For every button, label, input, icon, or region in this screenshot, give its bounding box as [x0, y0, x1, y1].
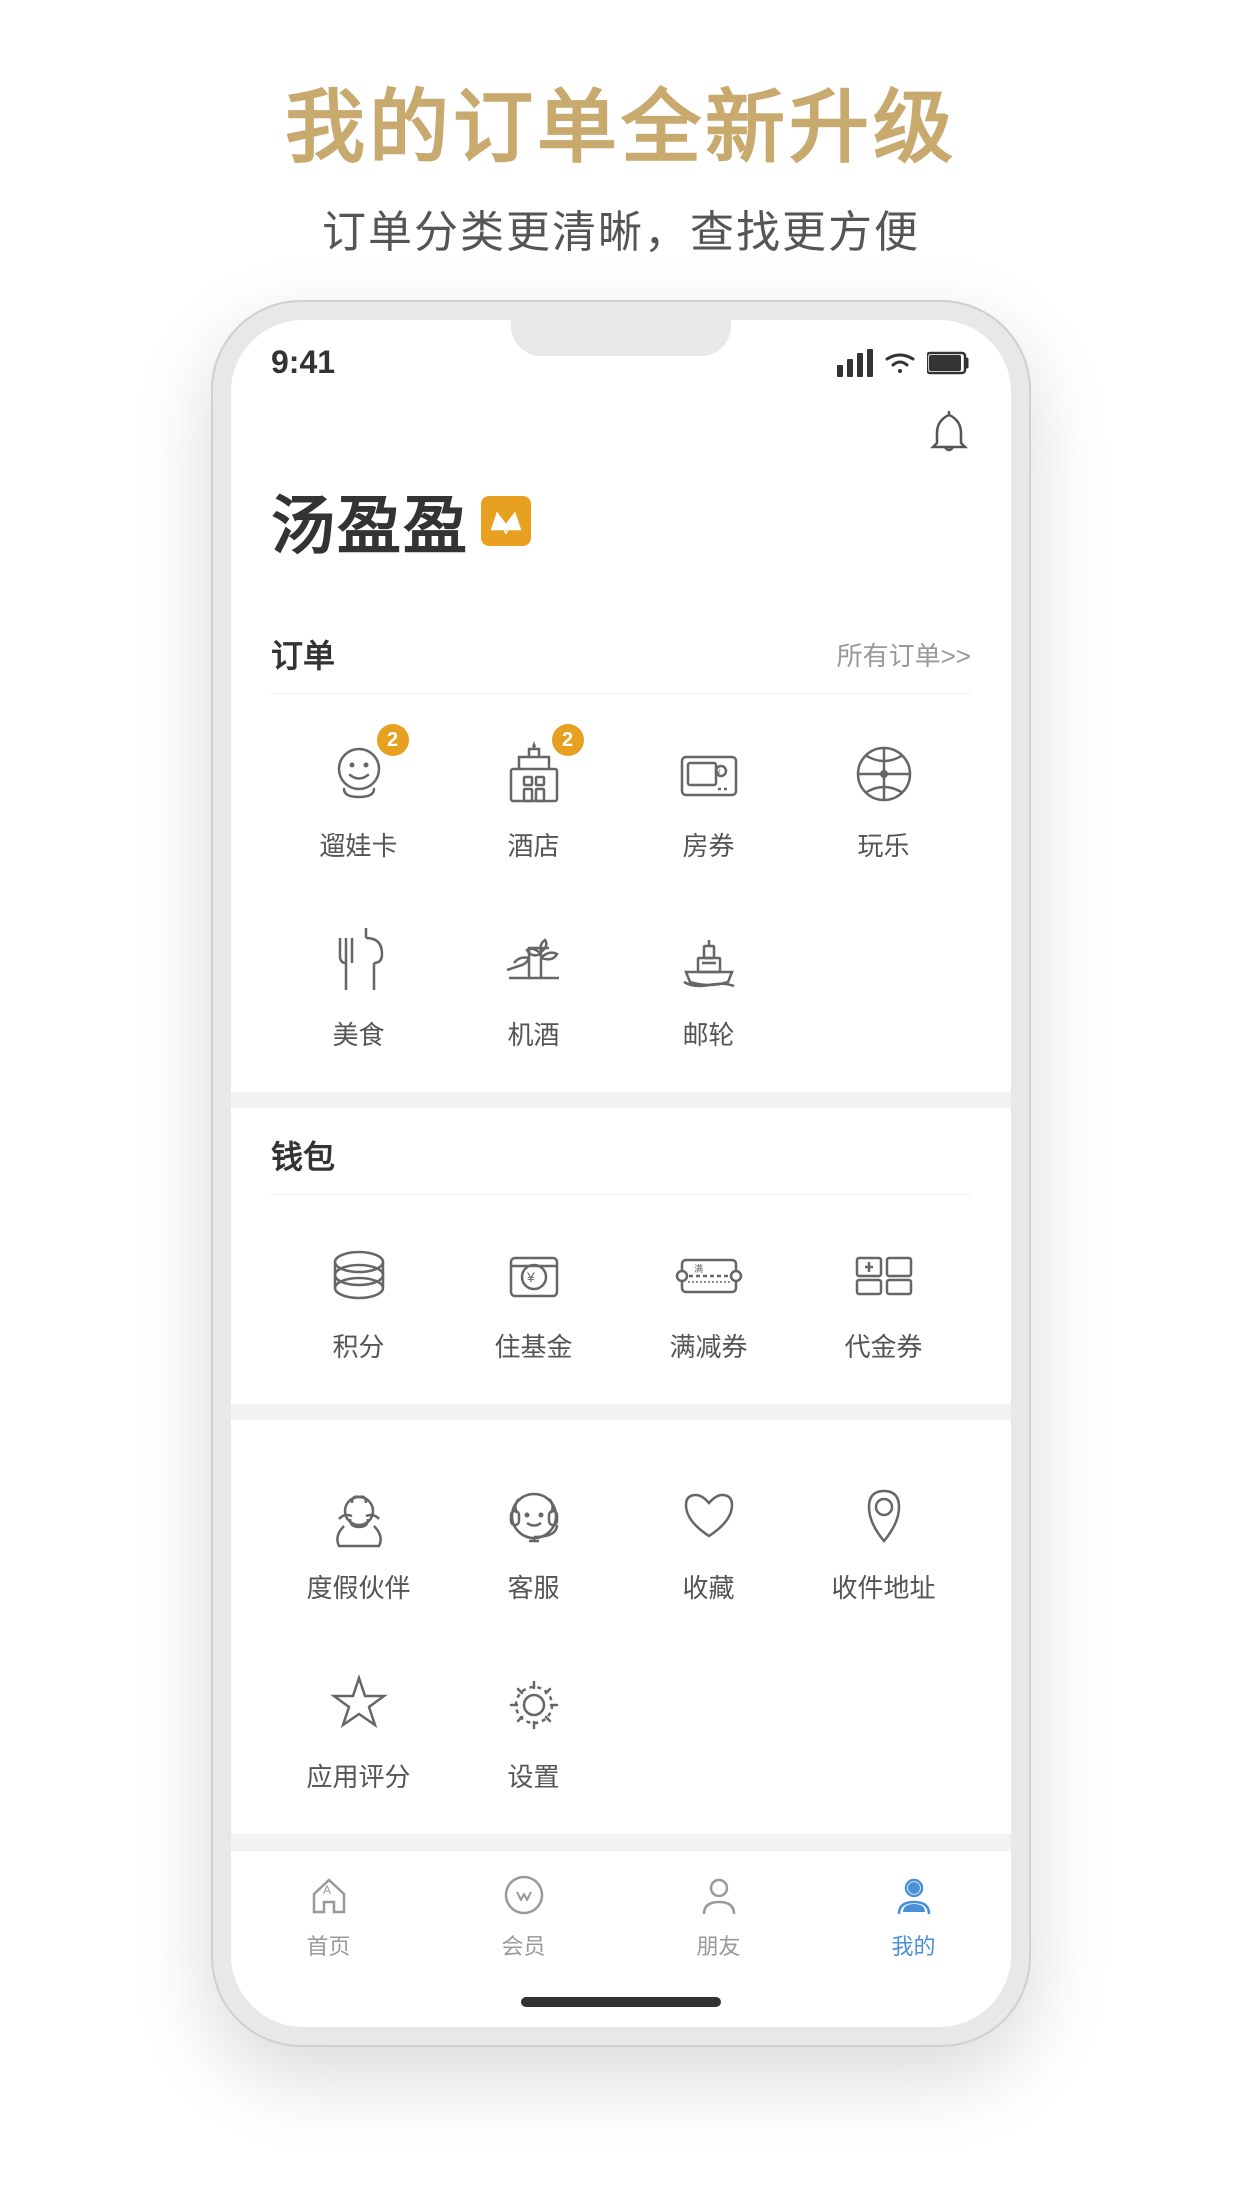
svg-text:¥: ¥ — [715, 768, 721, 777]
extra-item-partner[interactable]: 度假伙伴 — [271, 1456, 446, 1625]
orders-grid-row2: 美食 — [271, 903, 971, 1092]
svg-text:满: 满 — [694, 1264, 703, 1274]
wallet-title: 钱包 — [271, 1132, 335, 1178]
nav-home[interactable]: A 首页 — [301, 1867, 357, 1961]
friends-nav-label: 朋友 — [696, 1929, 740, 1961]
address-icon — [849, 1481, 919, 1551]
extra-item-address[interactable]: 收件地址 — [796, 1456, 971, 1625]
wifi-icon — [883, 349, 917, 377]
flight-hotel-label: 机酒 — [507, 1015, 559, 1052]
baby-card-label: 遛娃卡 — [319, 826, 397, 863]
order-item-fun[interactable]: 玩乐 — [796, 714, 971, 883]
extra-grid-row1: 度假伙伴 — [271, 1436, 971, 1645]
friends-nav-icon — [694, 1870, 744, 1920]
cruise-label: 邮轮 — [682, 1015, 734, 1052]
favorite-icon — [674, 1481, 744, 1551]
room-coupon-label: 房券 — [682, 826, 734, 863]
orders-section: 订单 所有订单>> — [231, 607, 1011, 1092]
phone-mockup: 9:41 — [211, 300, 1031, 2047]
voucher-icon — [849, 1240, 919, 1310]
voucher-label: 代金券 — [844, 1327, 922, 1364]
bottom-nav: A 首页 会员 — [231, 1850, 1011, 1985]
settings-icon — [499, 1670, 569, 1740]
service-icon — [499, 1481, 569, 1551]
extra-item-favorite[interactable]: 收藏 — [621, 1456, 796, 1625]
extra-section: 度假伙伴 — [231, 1436, 1011, 1834]
service-label: 客服 — [507, 1568, 559, 1605]
baby-card-badge: 2 — [377, 724, 409, 756]
app-header: 汤盈盈 V — [231, 391, 1011, 587]
order-item-flight-hotel[interactable]: 机酒 — [446, 903, 621, 1072]
extra-item-service[interactable]: 客服 — [446, 1456, 621, 1625]
signal-icon — [837, 349, 873, 377]
divider-1 — [231, 1092, 1011, 1108]
orders-title: 订单 — [271, 631, 335, 677]
fun-label: 玩乐 — [857, 826, 909, 863]
nav-mine[interactable]: 我的 — [886, 1867, 942, 1961]
member-nav-icon — [499, 1870, 549, 1920]
order-item-baby-card[interactable]: 2 遛娃卡 — [271, 714, 446, 883]
extra-item-settings[interactable]: 设置 — [446, 1645, 621, 1814]
order-item-cruise[interactable]: 邮轮 — [621, 903, 796, 1072]
notification-icon[interactable] — [927, 411, 971, 465]
mine-nav-icon — [889, 1870, 939, 1920]
rating-icon — [324, 1670, 394, 1740]
svg-text:¥: ¥ — [526, 1269, 535, 1285]
all-orders-link[interactable]: 所有订单>> — [837, 636, 971, 673]
fund-label: 住基金 — [494, 1327, 572, 1364]
food-icon — [324, 928, 394, 998]
home-nav-label: 首页 — [306, 1929, 350, 1961]
vip-badge: V — [481, 496, 531, 546]
status-time: 9:41 — [271, 344, 335, 381]
wallet-item-discount[interactable]: 满 满减券 — [621, 1215, 796, 1384]
cruise-icon — [674, 928, 744, 998]
points-icon — [324, 1240, 394, 1310]
order-item-food[interactable]: 美食 — [271, 903, 446, 1072]
wallet-item-fund[interactable]: ¥ 住基金 — [446, 1215, 621, 1384]
favorite-label: 收藏 — [682, 1568, 734, 1605]
promo-subtitle: 订单分类更清晰，查找更方便 — [60, 196, 1182, 260]
room-coupon-icon: ¥ — [674, 739, 744, 809]
wallet-grid: 积分 ¥ 住基 — [271, 1195, 971, 1404]
phone-notch — [511, 320, 731, 356]
home-indicator — [521, 1997, 721, 2007]
svg-text:V: V — [503, 526, 510, 536]
extra-item-rating[interactable]: 应用评分 — [271, 1645, 446, 1814]
nav-member[interactable]: 会员 — [496, 1867, 552, 1961]
home-nav-icon: A — [304, 1870, 354, 1920]
nav-friends[interactable]: 朋友 — [691, 1867, 747, 1961]
address-label: 收件地址 — [831, 1568, 935, 1605]
divider-2 — [231, 1404, 1011, 1420]
food-label: 美食 — [332, 1015, 384, 1052]
settings-label: 设置 — [507, 1757, 559, 1794]
wallet-item-points[interactable]: 积分 — [271, 1215, 446, 1384]
fun-icon — [849, 739, 919, 809]
flight-hotel-icon — [499, 928, 569, 998]
discount-icon: 满 — [674, 1240, 744, 1310]
promo-area: 我的订单全新升级 订单分类更清晰，查找更方便 — [0, 0, 1242, 300]
rating-label: 应用评分 — [306, 1757, 410, 1794]
wallet-section: 钱包 — [231, 1108, 1011, 1404]
mine-nav-label: 我的 — [891, 1929, 935, 1961]
member-nav-label: 会员 — [501, 1929, 545, 1961]
status-icons — [837, 349, 971, 377]
partner-label: 度假伙伴 — [306, 1568, 410, 1605]
divider-3 — [231, 1834, 1011, 1850]
fund-icon: ¥ — [499, 1240, 569, 1310]
hotel-badge: 2 — [552, 724, 584, 756]
app-logo: 汤盈盈 — [271, 475, 469, 567]
partner-icon — [324, 1481, 394, 1551]
wallet-item-voucher[interactable]: 代金券 — [796, 1215, 971, 1384]
discount-label: 满减券 — [669, 1327, 747, 1364]
promo-title: 我的订单全新升级 — [60, 80, 1182, 176]
points-label: 积分 — [332, 1327, 384, 1364]
svg-text:A: A — [323, 1883, 331, 1897]
extra-grid-row2: 应用评分 设置 — [271, 1645, 971, 1834]
battery-icon — [927, 351, 971, 375]
order-item-room-coupon[interactable]: ¥ 房券 — [621, 714, 796, 883]
order-item-hotel[interactable]: 2 酒店 — [446, 714, 621, 883]
orders-grid-row1: 2 遛娃卡 — [271, 694, 971, 903]
hotel-label: 酒店 — [507, 826, 559, 863]
